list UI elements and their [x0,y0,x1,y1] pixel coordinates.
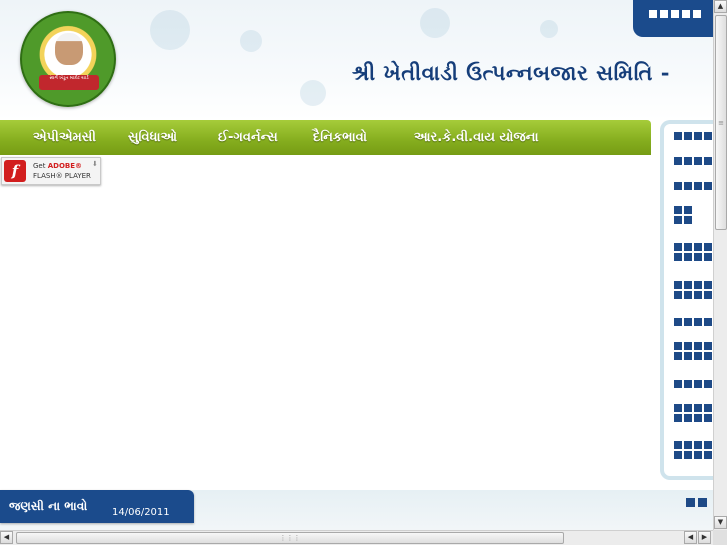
side-link[interactable] [674,132,712,140]
decor-splash [420,8,450,38]
side-link[interactable] [674,243,712,261]
horizontal-scroll-thumb[interactable]: ⋮⋮⋮ [16,532,564,544]
nav-item-rkvy-scheme[interactable]: આર.કે.વી.વાય યોજના [414,120,539,155]
side-link[interactable] [674,281,712,299]
scroll-left-button[interactable]: ◀ [0,531,13,544]
logo-band-text: સ્વર્ગ ખેડૂત માર્કેટ યાર્ડ [39,75,99,90]
nav-item-facilities[interactable]: સુવિધાઓ [128,120,177,155]
scroll-down-button[interactable]: ▼ [714,516,727,529]
scroll-up-button[interactable]: ▲ [714,0,727,13]
commodity-prices-tab[interactable]: જણસી ના ભાવો 14/06/2011 [0,490,194,523]
commodity-prices-label: જણસી ના ભાવો [9,499,88,513]
decor-splash [240,30,262,52]
scroll-right-button[interactable]: ▶ [698,531,711,544]
scroll-left-button-end[interactable]: ◀ [684,531,697,544]
decor-splash [300,80,326,106]
flash-label-top: Get ADOBE® [33,162,83,170]
nav-item-apmc[interactable]: એપીએમસી [33,120,96,155]
grip-icon: ≡ [718,118,724,127]
side-link[interactable] [674,441,712,459]
get-flash-player-button[interactable]: f Get ADOBE® FLASH® PLAYER ⬇ [1,157,101,185]
decor-splash [150,10,190,50]
side-link[interactable] [674,342,712,360]
side-link[interactable] [674,182,712,190]
nav-item-daily-prices[interactable]: દૈનિકભાવો [313,120,367,155]
side-link[interactable] [674,380,712,388]
placeholder-glyphs [649,10,701,18]
vertical-scroll-thumb[interactable]: ≡ [715,15,727,230]
download-arrow-icon: ⬇ [92,160,98,168]
nav-item-e-governance[interactable]: ઈ-ગવર્નન્સ [218,120,278,155]
horizontal-scrollbar[interactable]: ◀ ⋮⋮⋮ ◀ ▶ [0,530,713,545]
grip-icon: ⋮⋮⋮ [279,534,301,542]
scrollbar-corner [713,530,727,545]
side-link[interactable] [674,318,712,326]
side-link[interactable] [674,157,712,165]
flash-icon: f [4,160,26,182]
logo-portrait-icon [55,33,83,65]
top-corner-tab[interactable] [633,0,713,37]
side-link[interactable] [674,206,692,224]
side-link[interactable] [674,404,712,422]
page-title: શ્રી ખેતીવાડી ઉત્પન્નબજાર સમિતિ - [352,60,670,85]
site-logo[interactable]: સ્વર્ગ ખેડૂત માર્કેટ યાર્ડ [20,11,116,107]
site-header: સ્વર્ગ ખેડૂત માર્કેટ યાર્ડ શ્રી ખેતીવાડી… [0,0,713,120]
decor-splash [540,20,558,38]
prices-date: 14/06/2011 [112,507,170,518]
main-nav: એપીએમસી સુવિધાઓ ઈ-ગવર્નન્સ દૈનિકભાવો આર.… [0,120,651,155]
flash-label-bottom: FLASH® PLAYER [33,172,91,180]
vertical-scrollbar[interactable]: ▲ ≡ ▼ [713,0,727,530]
bottom-placeholder-glyphs [686,498,707,507]
side-link-panel [660,120,714,480]
